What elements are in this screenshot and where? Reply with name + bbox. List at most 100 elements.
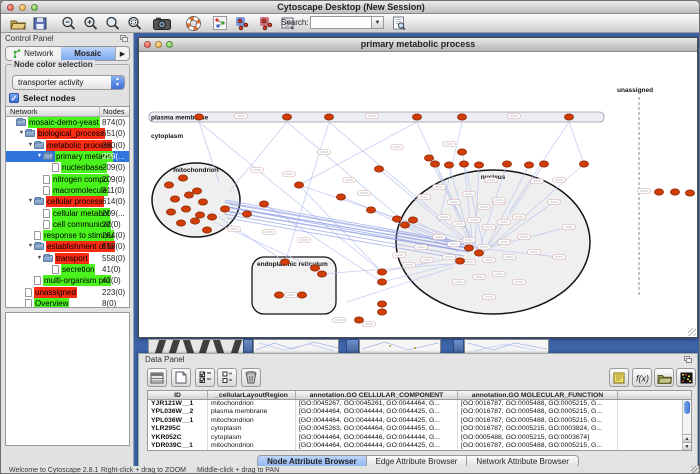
window-resize-grip[interactable]	[688, 328, 696, 336]
node-color-dropdown[interactable]: transporter activity ▲▼	[12, 75, 125, 90]
tree-node-label[interactable]: nitrogen compo	[52, 174, 109, 185]
table-cell[interactable]: YPL036W__1	[148, 417, 208, 425]
search-config-icon[interactable]	[390, 15, 408, 31]
create-network-icon[interactable]	[211, 15, 229, 31]
table-row[interactable]: YPL036W__1mitochondrion[GO:0044464, GO:0…	[148, 417, 691, 425]
attribute-table[interactable]: ID_cellularLayoutRegionannotation.GO CEL…	[147, 390, 692, 451]
network-canvas[interactable]: plasma membranecytoplasmmitochondrionnuc…	[139, 52, 697, 337]
table-cell[interactable]: [GO:0016787, GO:0005488, GO:0005215, G..…	[458, 442, 618, 450]
help-icon[interactable]	[184, 15, 202, 31]
search-dropdown-icon[interactable]: ▼	[372, 16, 384, 29]
unselect-attributes-icon[interactable]	[217, 368, 237, 387]
table-cell[interactable]: [GO:0016787, GO:0005488, GO:0005215, G..…	[458, 400, 618, 408]
tree-node-label[interactable]: unassigned	[34, 287, 77, 298]
tree-node-label[interactable]: transport	[55, 253, 89, 264]
formula-builder-icon[interactable]: f(x)	[632, 368, 652, 387]
table-cell[interactable]: [GO:0044464, GO:0044444, GO:0044425, G..…	[296, 442, 458, 450]
scroll-up-icon[interactable]: ▲	[683, 434, 691, 442]
select-nodes-checkbox[interactable]: ✓	[9, 93, 19, 103]
snapshot-icon[interactable]	[153, 15, 171, 31]
tree-node-label[interactable]: secretion	[61, 264, 95, 275]
tree-node-label[interactable]: multi-organism pro	[43, 275, 111, 286]
table-cell[interactable]: [GO:0044464, GO:0044444, GO:0044425, G..…	[296, 408, 458, 416]
table-cell[interactable]: mitochondrion	[208, 400, 296, 408]
app-resize-grip[interactable]	[691, 466, 699, 473]
table-column-header[interactable]: annotation.GO MOLECULAR_FUNCTION	[458, 391, 618, 399]
background-window[interactable]	[464, 339, 549, 353]
table-cell[interactable]: [GO:0045267, GO:0045261, GO:0044464, G..…	[296, 400, 458, 408]
table-cell[interactable]: YDR039C__1	[148, 442, 208, 450]
table-row[interactable]: YKR052Ccytoplasm[GO:0044464, GO:0044446,…	[148, 434, 691, 442]
tree-row[interactable]: nitrogen compo209(0)	[6, 173, 129, 184]
table-cell[interactable]: mitochondrion	[208, 417, 296, 425]
table-cell[interactable]: [GO:0044464, GO:0044446, GO:0044444, G..…	[296, 434, 458, 442]
background-window[interactable]	[453, 339, 464, 353]
network-tree-header[interactable]: Network Nodes	[6, 107, 129, 117]
attribute-table-header[interactable]: ID_cellularLayoutRegionannotation.GO CEL…	[148, 391, 691, 400]
tree-expand-icon[interactable]: ▼	[27, 241, 34, 252]
table-row[interactable]: YJR121W__1mitochondrion[GO:0045267, GO:0…	[148, 400, 691, 408]
table-cell[interactable]: YLR295C	[148, 425, 208, 433]
table-column-header[interactable]: ID	[148, 391, 208, 399]
table-scrollbar[interactable]: ▲ ▼	[682, 400, 691, 450]
tree-row[interactable]: ▼transport558(0)	[6, 253, 129, 264]
tree-row[interactable]: ▼biological_process651(0)	[6, 128, 129, 139]
tree-node-label[interactable]: mosaic-demo-yeast	[28, 117, 100, 128]
destroy-view-icon[interactable]	[257, 15, 275, 31]
select-attributes-icon[interactable]	[195, 368, 215, 387]
table-cell[interactable]: [GO:0045263, GO:0044464, GO:0044455, G..…	[296, 425, 458, 433]
tree-row[interactable]: Overview8(0)	[6, 298, 129, 308]
table-cell[interactable]: [GO:0016787, GO:0005215, GO:0003824, G..…	[458, 425, 618, 433]
table-cell[interactable]: mitochondrion	[208, 442, 296, 450]
tree-row[interactable]: macromolecule311(0)	[6, 185, 129, 196]
table-cell[interactable]: [GO:0016787, GO:0005488, GO:0005215, G..…	[458, 417, 618, 425]
tree-expand-icon[interactable]: ▼	[36, 253, 43, 264]
tree-node-label[interactable]: biological_process	[37, 128, 105, 139]
tree-row[interactable]: response to stimulu264(0)	[6, 230, 129, 241]
zoom-out-icon[interactable]	[59, 15, 77, 31]
zoom-fit-icon[interactable]	[103, 15, 121, 31]
network-view-window[interactable]: primary metabolic process plasma membran…	[138, 37, 698, 338]
tree-row[interactable]: ▼cellular process614(0)	[6, 196, 129, 207]
tab-mosaic[interactable]: Mosaic	[61, 47, 116, 60]
background-window[interactable]	[359, 339, 441, 353]
attribute-select-icon[interactable]	[147, 368, 167, 387]
table-cell[interactable]: YKR052C	[148, 434, 208, 442]
save-session-icon[interactable]	[31, 15, 49, 31]
table-cell[interactable]: [GO:0016787, GO:0005488, GO:0005215, G..…	[458, 408, 618, 416]
tree-row[interactable]: multi-organism pro42(0)	[6, 275, 129, 286]
network-window-titlebar[interactable]: primary metabolic process	[139, 38, 697, 52]
tree-node-label[interactable]: macromolecule	[52, 185, 108, 196]
tree-row[interactable]: secretion41(0)	[6, 264, 129, 275]
tree-node-label[interactable]: Overview	[34, 298, 69, 308]
scroll-down-icon[interactable]: ▼	[683, 442, 691, 450]
tree-row[interactable]: cell communicat22(0)	[6, 219, 129, 230]
scrollbar-thumb[interactable]	[684, 401, 690, 414]
table-column-header[interactable]: _cellularLayoutRegion	[208, 391, 296, 399]
delete-attribute-icon[interactable]	[241, 368, 261, 387]
tree-row[interactable]: ▼metabolic process280(0)	[6, 140, 129, 151]
create-attribute-icon[interactable]	[171, 368, 191, 387]
tree-expand-icon[interactable]: ▼	[36, 151, 43, 162]
table-row[interactable]: YDR039C__1mitochondrion[GO:0044464, GO:0…	[148, 442, 691, 450]
float-panel-icon[interactable]	[120, 35, 129, 43]
table-row[interactable]: YPL036W__2plasma membrane[GO:0044464, GO…	[148, 408, 691, 416]
tree-row[interactable]: nucleobase-209(0)	[6, 162, 129, 173]
tree-expand-icon[interactable]: ▼	[18, 128, 25, 139]
notepad-icon[interactable]	[609, 368, 629, 387]
table-cell[interactable]: YPL036W__2	[148, 408, 208, 416]
tree-node-label[interactable]: cellular process	[46, 196, 104, 207]
background-window[interactable]	[243, 339, 253, 353]
background-window[interactable]	[253, 339, 339, 353]
table-row[interactable]: YLR295Ccytoplasm[GO:0045263, GO:0044464,…	[148, 425, 691, 433]
tab-overflow-arrow-icon[interactable]: ▶	[115, 47, 129, 60]
tree-row[interactable]: cellular metabol209(...	[6, 207, 129, 218]
app-titlebar[interactable]: Cytoscape Desktop (New Session)	[1, 1, 700, 14]
search-input[interactable]	[310, 16, 372, 29]
tree-column-divider[interactable]	[99, 107, 100, 117]
import-attributes-icon[interactable]	[654, 368, 674, 387]
table-column-header[interactable]: annotation.GO CELLULAR_COMPONENT	[296, 391, 458, 399]
tree-expand-icon[interactable]: ▼	[27, 196, 34, 207]
attribute-matrix-icon[interactable]	[676, 368, 696, 387]
tree-node-label[interactable]: nucleobase-	[61, 162, 107, 173]
